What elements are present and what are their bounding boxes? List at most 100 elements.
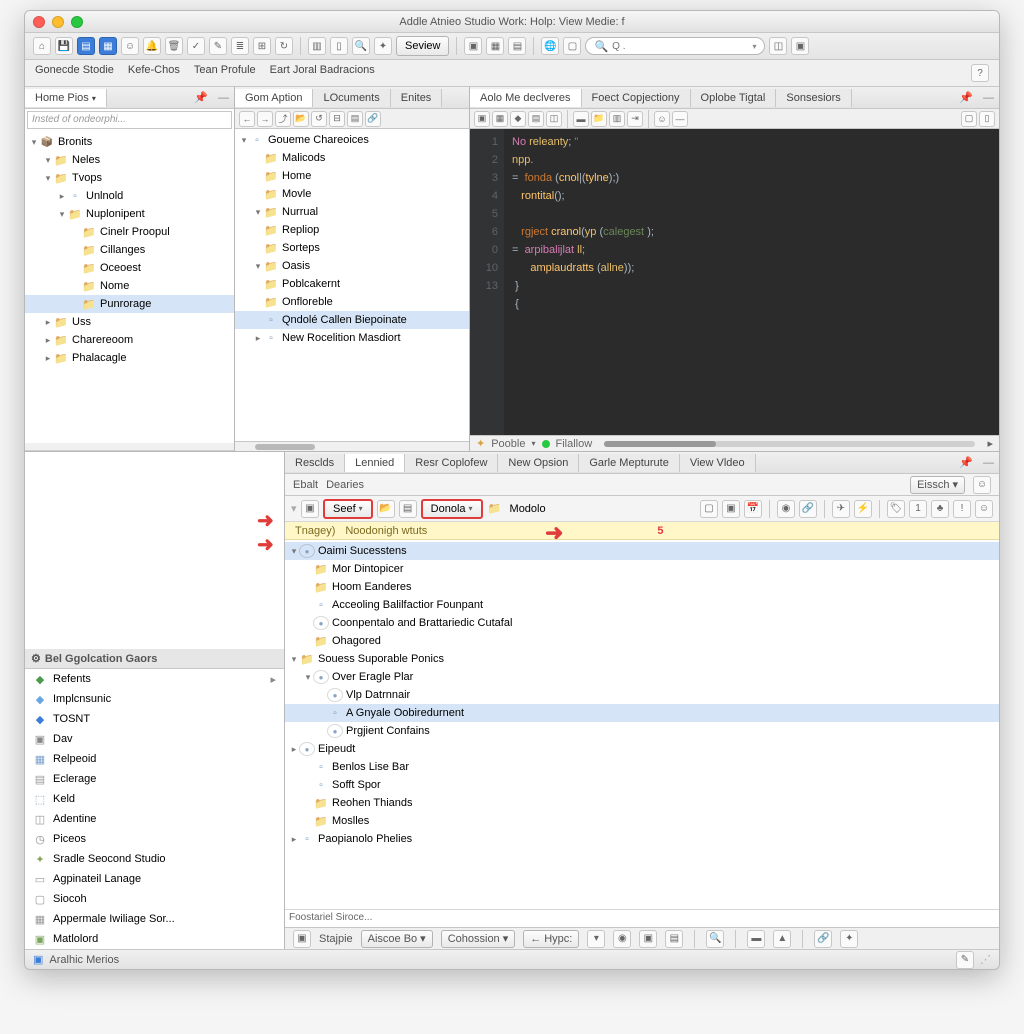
side-item[interactable]: ◷Piceos: [25, 829, 284, 849]
disclosure-icon[interactable]: ▾: [253, 207, 263, 218]
btab-1[interactable]: Lennied: [345, 454, 405, 472]
ed-ic10[interactable]: ☺: [654, 111, 670, 127]
btab-0[interactable]: Resclds: [285, 454, 345, 472]
crumb-b[interactable]: Noodonigh wtuts: [345, 525, 427, 537]
bt-ic2[interactable]: 📂: [377, 500, 395, 518]
menu-item[interactable]: Kefe-Chos: [128, 64, 180, 82]
tab-home[interactable]: Home Pios ▾: [25, 89, 107, 107]
side-item[interactable]: ▦Relpeoid: [25, 749, 284, 769]
tool-zoom-icon[interactable]: 🔍: [352, 37, 370, 55]
tool-doc-icon[interactable]: ▤: [77, 37, 95, 55]
menu-item[interactable]: Gonecde Stodie: [35, 64, 114, 82]
subbar-mid[interactable]: Dearies: [326, 479, 364, 491]
tree-row[interactable]: Prgjient Confains: [285, 722, 999, 740]
tree-row[interactable]: ▸Phalacagle: [25, 349, 234, 367]
tab-ed-0[interactable]: Aolo Me declveres: [470, 89, 582, 107]
side-item[interactable]: ⬚Keld: [25, 789, 284, 809]
ed-pin-icon[interactable]: 📌: [954, 91, 978, 104]
bt-c[interactable]: 📅: [744, 500, 762, 518]
tree-row[interactable]: Hoom Eanderes: [285, 578, 999, 596]
tab-ed-2[interactable]: Oplobe Tigtal: [691, 89, 777, 107]
bt-e[interactable]: 🔗: [799, 500, 817, 518]
sb-a[interactable]: ▾: [587, 930, 605, 948]
tree-row[interactable]: Punrorage: [25, 295, 234, 313]
tree-row[interactable]: A Gnyale Oobiredurnent: [285, 704, 999, 722]
ed-ic11[interactable]: —: [672, 111, 688, 127]
bt-b[interactable]: ▣: [722, 500, 740, 518]
tool-list-icon[interactable]: ≣: [231, 37, 249, 55]
disclosure-icon[interactable]: ▾: [253, 261, 263, 272]
tree-row[interactable]: Mor Dintopicer: [285, 560, 999, 578]
fwd2-icon[interactable]: ▸: [987, 437, 993, 450]
tree-row[interactable]: ▸Unlnold: [25, 187, 234, 205]
sb-combo-1[interactable]: Aiscoe Bo▾: [361, 930, 433, 948]
sb-g[interactable]: ▲: [773, 930, 791, 948]
h-scrollbar[interactable]: [235, 441, 469, 451]
disclosure-icon[interactable]: ▸: [253, 333, 263, 344]
tree-row[interactable]: Sorteps: [235, 239, 469, 257]
bt-l[interactable]: ☺: [975, 500, 993, 518]
sb-combo-2[interactable]: Cohossion▾: [441, 930, 516, 948]
tree-row[interactable]: ▾Oaimi Sucesstens: [285, 542, 999, 560]
side-item[interactable]: ▢Siocoh: [25, 889, 284, 909]
tree-row[interactable]: Onfloreble: [235, 293, 469, 311]
sort-icon[interactable]: ⊟: [329, 111, 345, 127]
side-item[interactable]: ◆Implcnsunic: [25, 689, 284, 709]
tree-row[interactable]: ▸New Rocelition Masdiort: [235, 329, 469, 347]
status-grip-icon[interactable]: ⋰: [980, 953, 991, 966]
min-icon[interactable]: —: [213, 92, 234, 104]
tool-tree-icon[interactable]: ⊞: [253, 37, 271, 55]
ed-ic9[interactable]: ⇥: [627, 111, 643, 127]
disclosure-icon[interactable]: ▸: [57, 191, 67, 202]
subbar-combo[interactable]: Eissch▾: [910, 476, 965, 494]
disclosure-icon[interactable]: ▾: [43, 155, 53, 166]
tree-row[interactable]: Vlp Datrnnair: [285, 686, 999, 704]
sb-c[interactable]: ▣: [639, 930, 657, 948]
btab-5[interactable]: View Vldeo: [680, 454, 756, 472]
search-field[interactable]: 🔍 ▾: [585, 37, 765, 55]
bt-f[interactable]: ✈: [832, 500, 850, 518]
ed-ic8[interactable]: ▥: [609, 111, 625, 127]
code-editor[interactable]: 12345601013 No releanty; " npp. = fonda …: [470, 129, 999, 435]
tool-c-icon[interactable]: ▤: [508, 37, 526, 55]
tree-row[interactable]: Malicods: [235, 149, 469, 167]
sb-i[interactable]: ✦: [840, 930, 858, 948]
tree-row[interactable]: Coonpentalo and Brattariedic Cutafal: [285, 614, 999, 632]
fold-icon[interactable]: 📂: [293, 111, 309, 127]
side-item[interactable]: ▣Matlolord: [25, 929, 284, 949]
crumb-a[interactable]: Tnagey): [295, 525, 335, 537]
tool-d-icon[interactable]: ▢: [563, 37, 581, 55]
titlebar[interactable]: Addle Atnieo Studio Work: Holp: View Med…: [25, 11, 999, 33]
side-item[interactable]: ✦Sradle Seocond Studio: [25, 849, 284, 869]
ed-ic13[interactable]: ▯: [979, 111, 995, 127]
structure-tree[interactable]: ▾Goueme ChareoicesMalicodsHomeMovle▾Nurr…: [235, 129, 469, 441]
disclosure-icon[interactable]: ▸: [43, 353, 53, 364]
tree-row[interactable]: ▾Goueme Chareoices: [235, 131, 469, 149]
tree-row[interactable]: Moslles: [285, 812, 999, 830]
tree-row[interactable]: ▸Uss: [25, 313, 234, 331]
ed-ic2[interactable]: ▦: [492, 111, 508, 127]
tool-check-icon[interactable]: ✓: [187, 37, 205, 55]
disclosure-icon[interactable]: ▸: [43, 335, 53, 346]
disclosure-icon[interactable]: ▸: [43, 317, 53, 328]
back-icon[interactable]: ←: [239, 111, 255, 127]
tree-row[interactable]: Oceoest: [25, 259, 234, 277]
ed-ic1[interactable]: ▣: [474, 111, 490, 127]
tab-ed-1[interactable]: Foect Copjectiony: [582, 89, 691, 107]
menu-item[interactable]: Tean Profule: [194, 64, 256, 82]
bt-ic3[interactable]: ▤: [399, 500, 417, 518]
tree-row[interactable]: Nome: [25, 277, 234, 295]
bt-i[interactable]: 1: [909, 500, 927, 518]
btab-2[interactable]: Resr Coplofew: [405, 454, 498, 472]
ed-ic12[interactable]: ▢: [961, 111, 977, 127]
status-pen-icon[interactable]: ✎: [956, 951, 974, 969]
ref-icon[interactable]: ↺: [311, 111, 327, 127]
sb-f[interactable]: ▬: [747, 930, 765, 948]
tool-doc2-icon[interactable]: ▯: [330, 37, 348, 55]
bt-k[interactable]: !: [953, 500, 971, 518]
help-icon[interactable]: ?: [971, 64, 989, 82]
tree-row[interactable]: Cinelr Proopul: [25, 223, 234, 241]
project-tree[interactable]: ▾Bronits▾Neles▾Tvops▸Unlnold▾Nuplonipent…: [25, 131, 234, 443]
ed-ic3[interactable]: ◆: [510, 111, 526, 127]
tool-star-icon[interactable]: ✦: [374, 37, 392, 55]
